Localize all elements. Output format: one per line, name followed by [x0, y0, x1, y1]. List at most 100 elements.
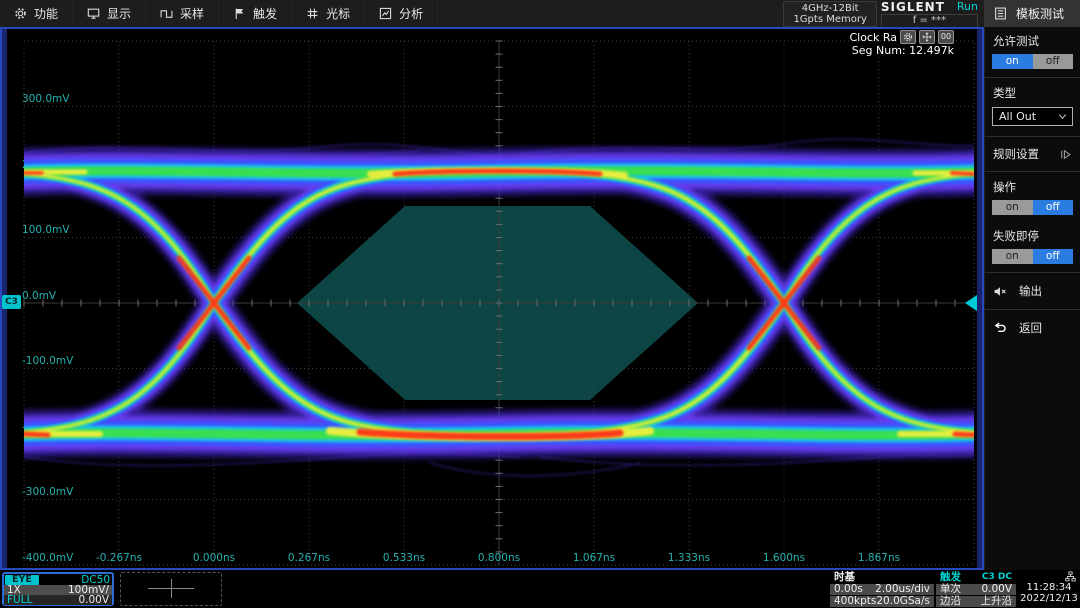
stop-on-fail-toggle[interactable]: on off	[992, 249, 1073, 264]
rule-settings-button[interactable]: 规则设置	[985, 138, 1080, 170]
frequency-counter: f = ***	[881, 14, 978, 28]
y-axis-label: 100.0mV	[22, 224, 70, 236]
brand-logo: SIGLENT	[881, 0, 945, 14]
stop-on-fail-on-button[interactable]: on	[992, 249, 1033, 264]
speaker-mute-icon	[993, 285, 1008, 298]
x-axis-label: 0.800ns	[478, 552, 520, 564]
menu-item-label: 功能	[34, 5, 58, 22]
network-icon	[1065, 571, 1076, 582]
output-button[interactable]: 输出	[985, 274, 1080, 308]
panel-title-bar: 模板测试	[984, 0, 1080, 27]
datetime-box: 11:28:34 2022/12/13	[1018, 571, 1080, 607]
clock-date: 2022/12/13	[1020, 593, 1078, 604]
menu-item-label: 分析	[399, 5, 423, 22]
x-axis-label: 1.867ns	[858, 552, 900, 564]
display-icon	[87, 7, 100, 20]
chevron-down-icon	[1057, 111, 1068, 122]
list-icon	[994, 7, 1007, 20]
trigger-type: 边沿	[940, 596, 961, 607]
y-axis-label: -400.0mV	[22, 552, 74, 564]
divider	[985, 171, 1080, 172]
allow-test-on-button[interactable]: on	[992, 54, 1033, 69]
waveform-display[interactable]: 300.0mV200.0mV100.0mV0.0mV-100.0mV-200.0…	[0, 27, 984, 570]
menubar-spacer	[438, 0, 783, 27]
menu-item-trigger[interactable]: 触发	[219, 0, 292, 27]
plus-icon	[171, 579, 172, 598]
x-axis-label: 1.600ns	[763, 552, 805, 564]
channel-eye-badge: EYE	[5, 575, 39, 585]
operate-on-button[interactable]: on	[992, 200, 1033, 215]
mask-test-panel: 允许测试 on off 类型 All Out 规则设置 操作 on off 失	[984, 27, 1080, 570]
expand-icon	[1059, 148, 1072, 161]
allow-test-label: 允许测试	[985, 27, 1080, 52]
trigger-level-marker[interactable]	[965, 295, 977, 311]
divider	[985, 77, 1080, 78]
channel-offset: 0.00V	[78, 595, 109, 605]
trigger-source: C3 DC	[982, 571, 1012, 583]
clock-time: 11:28:34	[1027, 582, 1072, 593]
move-button[interactable]	[919, 30, 935, 44]
y-axis-label: -100.0mV	[22, 355, 74, 367]
x-axis-label: 0.000ns	[193, 552, 235, 564]
menu-item-function[interactable]: 功能	[0, 0, 73, 27]
x-axis-label: 1.067ns	[573, 552, 615, 564]
segment-count: Seg Num: 12.497k	[849, 44, 954, 57]
x-axis-labels: -0.267ns 0.000ns 0.267ns 0.533ns 0.800ns 1.06…	[96, 552, 900, 564]
brand-box: SIGLENT Run f = ***	[881, 0, 978, 28]
menu-item-analysis[interactable]: 分析	[365, 0, 438, 27]
x-axis-label: 0.533ns	[383, 552, 425, 564]
mask-type-value: All Out	[999, 110, 1036, 123]
operate-toggle[interactable]: on off	[992, 200, 1073, 215]
add-channel-box[interactable]	[120, 572, 222, 606]
back-button[interactable]: 返回	[985, 311, 1080, 345]
menu-item-label: 采样	[180, 5, 204, 22]
analysis-icon	[379, 7, 392, 20]
trigger-level: 0.00V	[981, 584, 1012, 595]
menu-item-acquire[interactable]: 采样	[146, 0, 219, 27]
y-axis-label: 300.0mV	[22, 93, 70, 105]
menu-item-display[interactable]: 显示	[73, 0, 146, 27]
oscilloscope-screen: 功能显示 采样 触发 光标 分析 4GHz-12Bit 1Gpts Memory SIG…	[0, 0, 1080, 608]
menu-item-label: 触发	[253, 5, 277, 22]
divider	[985, 272, 1080, 273]
menu-item-cursors[interactable]: 光标	[292, 0, 365, 27]
memory-label: 1Gpts Memory	[793, 14, 866, 25]
mask-type-dropdown[interactable]: All Out	[992, 107, 1073, 126]
gear-icon	[903, 32, 913, 42]
acquire-icon	[160, 7, 173, 20]
allow-test-toggle[interactable]: on off	[992, 54, 1073, 69]
menu-bar: 功能显示 采样 触发 光标 分析 4GHz-12Bit 1Gpts Memory SIG…	[0, 0, 1080, 27]
timebase-delay: 0.00s	[834, 584, 863, 595]
trigger-box[interactable]: 触发 C3 DC 单次 0.00V 边沿 上升沿	[936, 571, 1016, 607]
timebase-box[interactable]: 时基 0.00s 2.00us/div 400kpts 20.0GSa/s	[830, 571, 934, 607]
value-badge[interactable]: 00	[938, 30, 954, 44]
acquisition-status[interactable]: Run	[957, 0, 978, 13]
channel-c3-marker[interactable]: C3	[2, 295, 21, 309]
memory-depth: 400kpts	[834, 596, 876, 607]
type-label: 类型	[985, 79, 1080, 104]
trigger-slope: 上升沿	[981, 596, 1013, 607]
cursors-icon	[306, 7, 319, 20]
timebase-label: 时基	[834, 571, 855, 583]
plot-info-overlay: Clock Ra 00 Seg Num: 12.497k	[849, 30, 954, 57]
move-icon	[922, 32, 932, 42]
clock-settings-button[interactable]	[900, 30, 916, 44]
allow-test-off-button[interactable]: off	[1033, 54, 1074, 69]
operate-off-button[interactable]: off	[1033, 200, 1074, 215]
back-icon	[993, 322, 1008, 335]
eye-diagram-waveform: 300.0mV200.0mV100.0mV0.0mV-100.0mV-200.0…	[0, 27, 984, 570]
flag-icon	[233, 7, 246, 20]
operate-label: 操作	[985, 173, 1080, 198]
rule-settings-label: 规则设置	[993, 146, 1039, 162]
timebase-scale: 2.00us/div	[875, 584, 930, 595]
trigger-mode: 单次	[940, 584, 961, 595]
hardware-info: 4GHz-12Bit 1Gpts Memory	[783, 1, 876, 27]
menu-item-label: 光标	[326, 5, 350, 22]
back-label: 返回	[1019, 320, 1042, 336]
panel-title: 模板测试	[1016, 5, 1064, 22]
stop-on-fail-off-button[interactable]: off	[1033, 249, 1074, 264]
x-axis-label: -0.267ns	[96, 552, 142, 564]
x-axis-label: 0.267ns	[288, 552, 330, 564]
channel-info-box[interactable]: EYE DC50 1X 100mV/ FULL 0.00V	[2, 572, 114, 606]
bandwidth-label: 4GHz-12Bit	[793, 3, 866, 14]
